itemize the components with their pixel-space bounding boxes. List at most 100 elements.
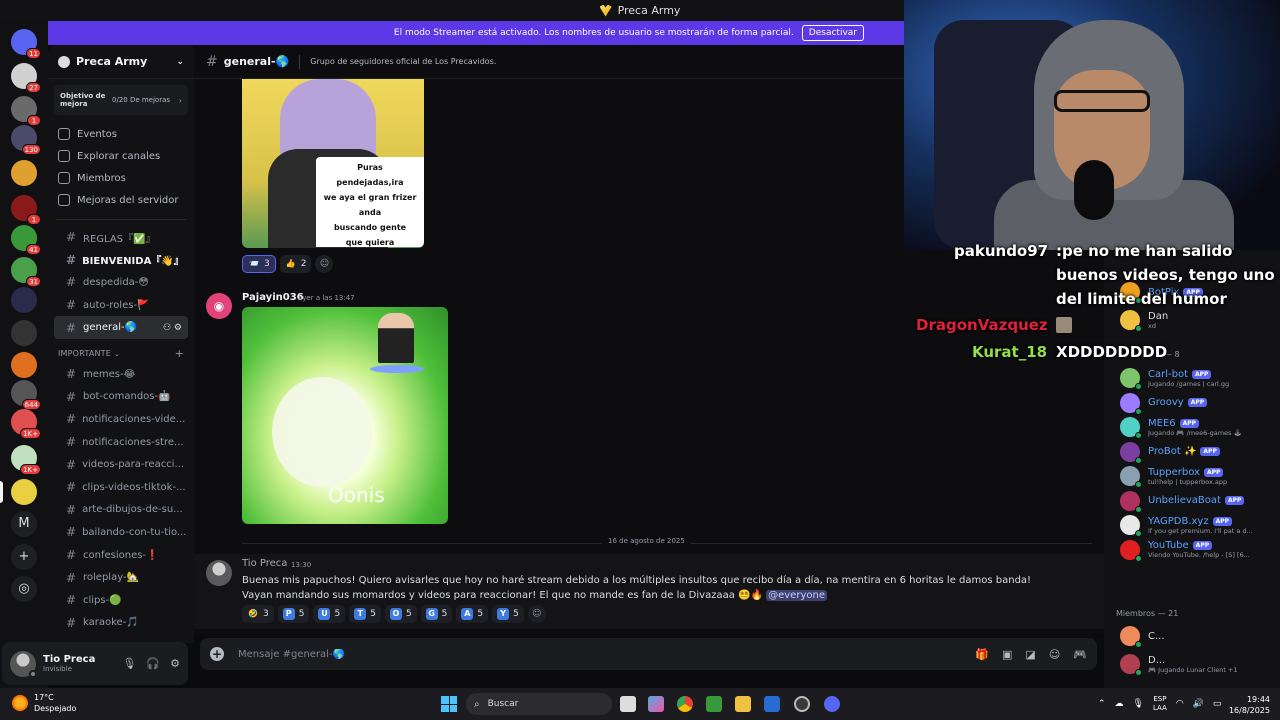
sticker-icon[interactable]: ◪ <box>1025 648 1035 661</box>
nav-item[interactable]: Eventos <box>48 123 194 145</box>
task-view-icon[interactable] <box>620 696 636 712</box>
nav-item[interactable]: Miembros <box>48 167 194 189</box>
volume-icon[interactable]: 🔊 <box>1193 699 1204 709</box>
add-reaction-icon[interactable]: ☺ <box>315 255 334 273</box>
reaction-button[interactable]: U5 <box>313 605 346 623</box>
reaction-button[interactable]: T5 <box>349 605 381 623</box>
deactivate-button[interactable]: Desactivar <box>801 25 864 41</box>
avatar[interactable] <box>206 560 232 586</box>
user-info[interactable]: Tio Preca Invisible <box>43 654 95 673</box>
discord-avatar[interactable]: ◉ <box>206 293 232 319</box>
nav-item[interactable]: Mejoras del servidor <box>48 189 194 211</box>
channel-item[interactable]: # memes-😂 <box>54 363 188 386</box>
gear-icon[interactable]: ⚙ <box>174 323 182 333</box>
member-item[interactable]: Groovy APP <box>1120 391 1280 415</box>
server-icon[interactable] <box>11 160 37 186</box>
server-icon[interactable]: M <box>11 511 37 537</box>
add-server-icon[interactable]: + <box>11 544 37 570</box>
windows-start-icon[interactable] <box>441 696 457 712</box>
member-item[interactable]: Dan xd <box>1120 308 1280 332</box>
channel-item[interactable]: # clips-videos-tiktok-... <box>54 476 188 499</box>
channel-item[interactable]: # videos-para-reacci... <box>54 453 188 476</box>
server-icon[interactable]: 11 <box>11 29 41 59</box>
boost-goal[interactable]: Objetivo de mejora 0/20 De mejoras › <box>54 85 188 115</box>
member-item[interactable]: ProBot ✨ APP <box>1120 440 1280 464</box>
headphones-icon[interactable]: 🎧 <box>146 657 160 670</box>
channel-item[interactable]: # bot-comandos-🤖 <box>54 386 188 409</box>
channel-item[interactable]: # notificaciones-vide... <box>54 408 188 431</box>
server-icon[interactable]: 27 <box>11 63 41 93</box>
file-explorer-icon[interactable] <box>735 696 751 712</box>
channel-item[interactable]: # arte-dibujos-de-su... <box>54 499 188 522</box>
server-icon[interactable]: 644 <box>11 380 41 410</box>
channel-item[interactable]: # bailando-con-tu-tio... <box>54 521 188 544</box>
server-icon[interactable] <box>11 320 37 346</box>
server-icon[interactable] <box>11 352 37 378</box>
obs-icon[interactable] <box>794 696 810 712</box>
reaction-button[interactable]: G5 <box>420 605 453 623</box>
server-icon[interactable]: 31 <box>11 257 41 287</box>
explore-servers-icon[interactable]: ◎ <box>11 576 37 602</box>
wifi-icon[interactable]: ◠ <box>1176 699 1184 709</box>
store-icon[interactable] <box>764 696 780 712</box>
dog-image[interactable]: Oonis <box>242 307 448 524</box>
avatar[interactable] <box>10 650 37 678</box>
weather-widget[interactable]: 17°C Despejado <box>12 692 76 714</box>
member-item[interactable]: MEE6 APP Jugando 🎮 /mee6-games 🕹 <box>1120 415 1280 439</box>
channel-item[interactable]: # REGLAS『✅』 <box>54 226 188 249</box>
server-icon[interactable]: 1 <box>11 96 41 126</box>
frieza-meme-image[interactable]: Puras pendejadas,ira we aya el gran frizer… <box>242 79 424 248</box>
member-item[interactable]: UnbelievaBoat APP <box>1120 489 1280 513</box>
channel-item[interactable]: # general-🌎 ⚇ ⚙ <box>54 316 188 339</box>
nav-item[interactable]: Explorar canales <box>48 145 194 167</box>
category-importante[interactable]: IMPORTANTE ⌄ + <box>48 345 194 363</box>
clock[interactable]: 19:44 16/8/2025 <box>1220 694 1270 716</box>
server-icon[interactable]: 1 <box>11 195 41 225</box>
member-item[interactable]: YAGPDB.xyz APP if you get premium, I'll pa… <box>1120 513 1280 537</box>
channel-item[interactable]: # confesiones-❗ <box>54 544 188 567</box>
channel-item[interactable]: # notificaciones-stre... <box>54 431 188 454</box>
everyone-mention[interactable]: @everyone <box>766 590 827 601</box>
invite-icon[interactable]: ⚇ <box>163 323 174 333</box>
discord-icon[interactable] <box>824 696 840 712</box>
member-item[interactable]: Tupperbox APP tul!help | tupperbox.app <box>1120 464 1280 488</box>
reaction-button[interactable]: A5 <box>456 605 489 623</box>
guild-header[interactable]: Preca Army ⌄ <box>48 45 194 79</box>
chevron-up-icon[interactable]: ⌃ <box>1098 699 1106 709</box>
member-item[interactable]: D... 🎮 Jugando Lunar Client +1 <box>1120 652 1280 676</box>
gift-icon[interactable]: 🎁 <box>975 648 989 661</box>
message-author[interactable]: Pajayin036 <box>242 292 304 303</box>
channel-item[interactable]: # auto-roles-🚩 <box>54 294 188 317</box>
channel-item[interactable]: # BIENVENIDA『👋』 <box>54 249 188 272</box>
channel-item[interactable]: # clips-🟢 <box>54 589 188 612</box>
channel-item[interactable]: # despedida-😳 <box>54 271 188 294</box>
language-indicator[interactable]: ESP LAA <box>1153 695 1167 713</box>
channel-item[interactable]: # roleplay-🏡 <box>54 566 188 589</box>
server-icon[interactable]: 130 <box>11 125 41 155</box>
gear-icon[interactable]: ⚙ <box>170 657 180 670</box>
minecraft-icon[interactable] <box>706 696 722 712</box>
message-author[interactable]: Tio Preca <box>242 558 287 569</box>
add-attachment-icon[interactable]: + <box>210 647 224 661</box>
reaction-button[interactable]: Y5 <box>492 605 524 623</box>
member-item[interactable]: Carl-bot APP Jugando /games | carl.gg <box>1120 366 1280 390</box>
member-item[interactable]: C... <box>1120 624 1280 648</box>
reaction-button[interactable]: O5 <box>384 605 417 623</box>
member-item[interactable]: YouTube APP Viendo YouTube. /help - [S] [6… <box>1120 538 1280 562</box>
microphone-icon[interactable]: 🎙 <box>122 657 136 670</box>
game-icon[interactable]: 🎮 <box>1073 648 1087 661</box>
channel-item[interactable]: # karaoke-🎵 <box>54 612 188 635</box>
reaction-button[interactable]: 🤣 3 <box>242 605 274 623</box>
emoji-icon[interactable]: ☺ <box>1049 648 1060 661</box>
cloud-icon[interactable]: ☁ <box>1115 699 1124 709</box>
server-icon[interactable]: 1K+ <box>11 409 41 439</box>
server-icon[interactable] <box>11 479 37 505</box>
message-input[interactable] <box>238 648 976 660</box>
add-reaction-icon[interactable]: ☺ <box>527 605 546 623</box>
reaction-button[interactable]: 📨 3 <box>242 255 276 273</box>
taskbar-search[interactable]: ⌕ Buscar <box>466 693 612 715</box>
microphone-icon[interactable]: 🎙 <box>1133 699 1144 709</box>
gif-icon[interactable]: ▣ <box>1002 648 1012 661</box>
reaction-button[interactable]: 👍 2 <box>279 255 312 273</box>
server-icon[interactable]: 1K+ <box>11 445 41 475</box>
